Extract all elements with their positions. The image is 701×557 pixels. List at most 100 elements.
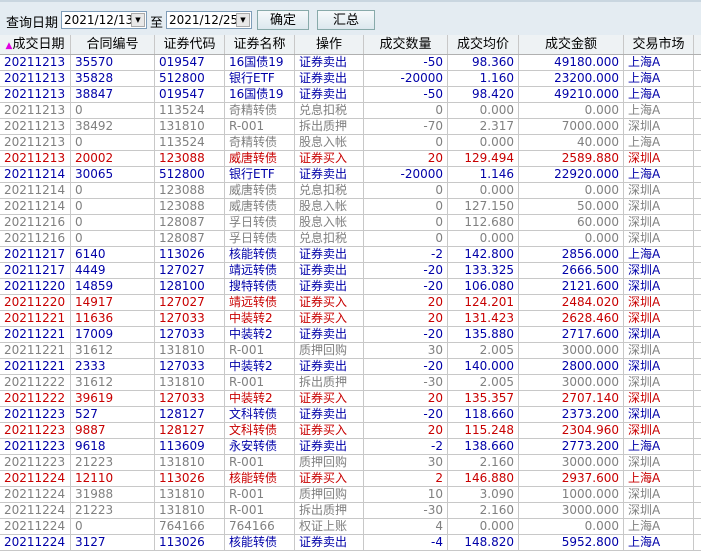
chevron-down-icon[interactable]: ▼	[236, 13, 250, 27]
cell-trade-date: 20211221	[0, 311, 71, 326]
cell-operation: 质押回购	[295, 455, 364, 470]
cell-amount: 49180.000	[519, 55, 624, 70]
column-header-market[interactable]: 交易市场	[624, 35, 694, 54]
table-row[interactable]: 20211220 14859 128100 搜特转债 证券卖出 -20 106.080 212…	[0, 279, 701, 295]
cell-avg-price: 148.820	[448, 535, 519, 550]
column-header-code[interactable]: 证券代码	[155, 35, 225, 54]
table-row[interactable]: 20211213 35570 019547 16国债19 证券卖出 -50 98.360 49…	[0, 55, 701, 71]
table-row[interactable]: 20211217 6140 113026 核能转债 证券卖出 -2 142.800 2856.…	[0, 247, 701, 263]
cell-contract-no: 0	[71, 215, 155, 230]
cell-amount: 2856.000	[519, 247, 624, 262]
table-row[interactable]: 20211216 0 128087 孚日转债 兑息扣税 0 0.000 0.000 深圳A	[0, 231, 701, 247]
table-row[interactable]: 20211220 14917 127027 靖远转债 证券买入 20 124.201 2484…	[0, 295, 701, 311]
table-row[interactable]: 20211221 2333 127033 中装转2 证券卖出 -20 140.000 2800…	[0, 359, 701, 375]
cell-overflow	[694, 231, 701, 246]
cell-overflow	[694, 391, 701, 406]
table-row[interactable]: 20211224 12110 113026 核能转债 证券买入 2 146.880 2937.…	[0, 471, 701, 487]
cell-market: 上海A	[624, 247, 694, 262]
column-header-avg-price[interactable]: 成交均价	[448, 35, 519, 54]
cell-market: 深圳A	[624, 375, 694, 390]
cell-security-name: 文科转债	[225, 423, 295, 438]
cell-amount: 3000.000	[519, 343, 624, 358]
table-row[interactable]: 20211223 21223 131810 R-001 质押回购 30 2.160 3000.…	[0, 455, 701, 471]
cell-amount: 0.000	[519, 231, 624, 246]
cell-overflow	[694, 471, 701, 486]
table-row[interactable]: 20211224 31988 131810 R-001 质押回购 10 3.090 1000.…	[0, 487, 701, 503]
table-row[interactable]: 20211214 0 123088 威唐转债 股息入帐 0 127.150 50.000 深圳A	[0, 199, 701, 215]
cell-avg-price: 115.248	[448, 423, 519, 438]
cell-amount: 3000.000	[519, 503, 624, 518]
cell-security-name: 孚日转债	[225, 231, 295, 246]
cell-security-name: R-001	[225, 343, 295, 358]
cell-security-code: 113609	[155, 439, 225, 454]
cell-amount: 2628.460	[519, 311, 624, 326]
cell-trade-date: 20211217	[0, 263, 71, 278]
cell-security-name: R-001	[225, 503, 295, 518]
column-header-name[interactable]: 证券名称	[225, 35, 295, 54]
cell-quantity: -20	[364, 279, 448, 294]
cell-amount: 3000.000	[519, 455, 624, 470]
column-header-date[interactable]: ▲成交日期	[0, 35, 71, 54]
table-row[interactable]: 20211223 9887 128127 文科转债 证券买入 20 115.248 2304.…	[0, 423, 701, 439]
cell-amount: 2717.600	[519, 327, 624, 342]
table-row[interactable]: 20211223 527 128127 文科转债 证券卖出 -20 118.660 2373.…	[0, 407, 701, 423]
cell-overflow	[694, 103, 701, 118]
cell-trade-date: 20211217	[0, 247, 71, 262]
cell-operation: 股息入帐	[295, 215, 364, 230]
table-row[interactable]: 20211213 35828 512800 银行ETF 证券卖出 -20000 1.160 2…	[0, 71, 701, 87]
cell-avg-price: 2.005	[448, 343, 519, 358]
table-row[interactable]: 20211213 0 113524 奇精转债 股息入帐 0 0.000 40.000 上海A	[0, 135, 701, 151]
cell-overflow	[694, 503, 701, 518]
column-header-operation[interactable]: 操作	[295, 35, 364, 54]
table-row[interactable]: 20211214 0 123088 威唐转债 兑息扣税 0 0.000 0.000 深圳A	[0, 183, 701, 199]
column-header-contract[interactable]: 合同编号	[71, 35, 155, 54]
cell-overflow	[694, 423, 701, 438]
cell-amount: 2484.020	[519, 295, 624, 310]
table-row[interactable]: 20211221 17009 127033 中装转2 证券卖出 -20 135.880 271…	[0, 327, 701, 343]
table-row[interactable]: 20211213 20002 123088 威唐转债 证券买入 20 129.494 2589…	[0, 151, 701, 167]
cell-security-name: 威唐转债	[225, 199, 295, 214]
cell-operation: 证券买入	[295, 295, 364, 310]
cell-overflow	[694, 215, 701, 230]
summary-button[interactable]: 汇总	[317, 10, 375, 30]
column-header-quantity[interactable]: 成交数量	[364, 35, 448, 54]
cell-contract-no: 2333	[71, 359, 155, 374]
cell-quantity: -2	[364, 439, 448, 454]
cell-trade-date: 20211213	[0, 151, 71, 166]
column-header-amount[interactable]: 成交金额	[519, 35, 624, 54]
cell-overflow	[694, 247, 701, 262]
cell-market: 深圳A	[624, 311, 694, 326]
to-date-picker[interactable]: 2021/12/25 ▼	[166, 11, 252, 29]
cell-security-name: 靖远转债	[225, 263, 295, 278]
table-row[interactable]: 20211213 0 113524 奇精转债 兑息扣税 0 0.000 0.000 上海A	[0, 103, 701, 119]
cell-market: 深圳A	[624, 119, 694, 134]
table-row[interactable]: 20211224 0 764166 764166 权证上账 4 0.000 0.000 上海A	[0, 519, 701, 535]
cell-market: 深圳A	[624, 263, 694, 278]
cell-amount: 2937.600	[519, 471, 624, 486]
cell-amount: 22920.000	[519, 167, 624, 182]
table-row[interactable]: 20211213 38847 019547 16国债19 证券卖出 -50 98.420 49…	[0, 87, 701, 103]
table-row[interactable]: 20211216 0 128087 孚日转债 股息入帐 0 112.680 60.000 深圳A	[0, 215, 701, 231]
confirm-button[interactable]: 确定	[257, 10, 309, 30]
table-row[interactable]: 20211223 9618 113609 永安转债 证券卖出 -2 138.660 2773.…	[0, 439, 701, 455]
cell-contract-no: 21223	[71, 455, 155, 470]
table-row[interactable]: 20211222 31612 131810 R-001 拆出质押 -30 2.005 3000…	[0, 375, 701, 391]
table-row[interactable]: 20211222 39619 127033 中装转2 证券买入 20 135.357 2707…	[0, 391, 701, 407]
cell-security-code: 131810	[155, 487, 225, 502]
cell-security-code: 512800	[155, 167, 225, 182]
table-row[interactable]: 20211217 4449 127027 靖远转债 证券卖出 -20 133.325 2666…	[0, 263, 701, 279]
cell-trade-date: 20211220	[0, 295, 71, 310]
table-row[interactable]: 20211213 38492 131810 R-001 拆出质押 -70 2.317 7000…	[0, 119, 701, 135]
from-date-picker[interactable]: 2021/12/13 ▼	[61, 11, 147, 29]
cell-security-code: 019547	[155, 87, 225, 102]
table-row[interactable]: 20211214 30065 512800 银行ETF 证券卖出 -20000 1.146 2…	[0, 167, 701, 183]
table-row[interactable]: 20211224 3127 113026 核能转债 证券卖出 -4 148.820 5952.…	[0, 535, 701, 551]
cell-security-code: 764166	[155, 519, 225, 534]
cell-amount: 1000.000	[519, 487, 624, 502]
cell-operation: 拆出质押	[295, 503, 364, 518]
table-row[interactable]: 20211221 31612 131810 R-001 质押回购 30 2.005 3000.…	[0, 343, 701, 359]
chevron-down-icon[interactable]: ▼	[131, 13, 145, 27]
table-row[interactable]: 20211221 11636 127033 中装转2 证券买入 20 131.423 2628…	[0, 311, 701, 327]
cell-avg-price: 2.160	[448, 455, 519, 470]
table-row[interactable]: 20211224 21223 131810 R-001 拆出质押 -30 2.160 3000…	[0, 503, 701, 519]
